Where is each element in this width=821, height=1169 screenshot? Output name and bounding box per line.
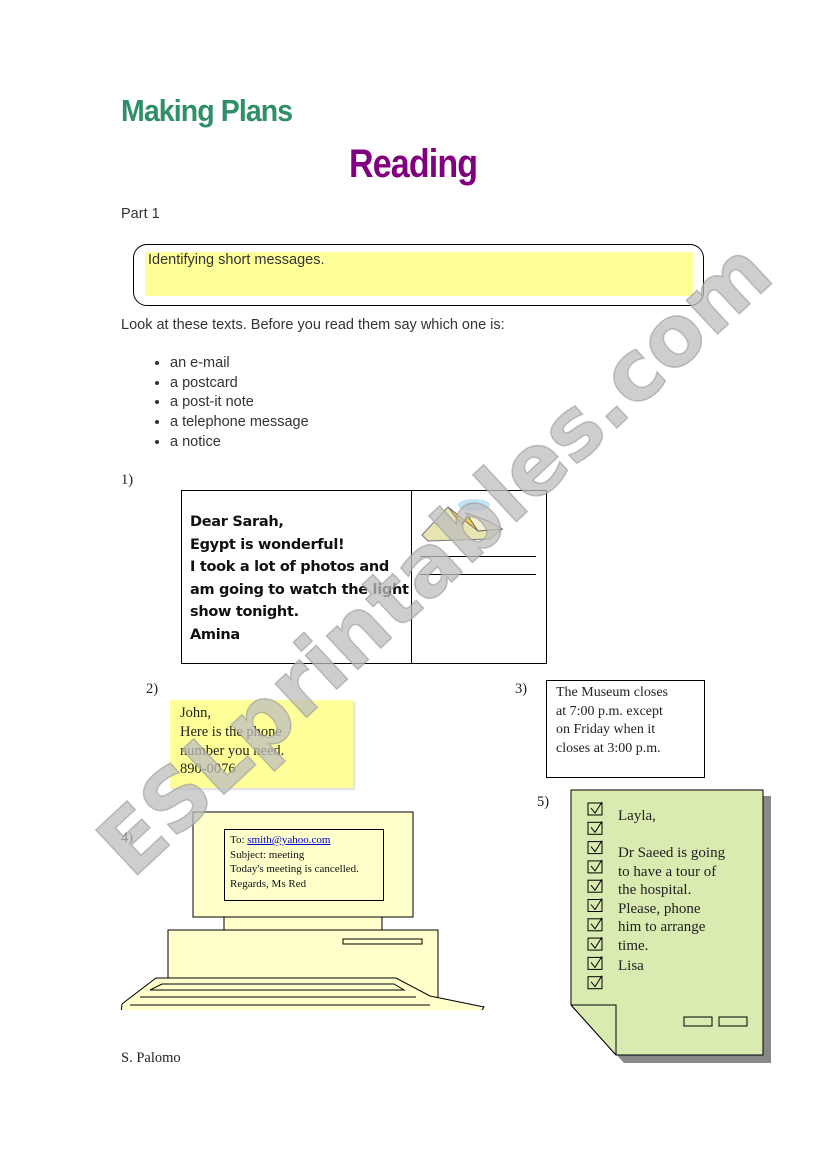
to-label: To:	[230, 834, 245, 846]
line: at 7:00 p.m. except	[556, 703, 663, 719]
line: him to arrange	[618, 919, 706, 935]
line: Dr Saeed is going	[618, 845, 726, 861]
line: Amina	[190, 626, 240, 643]
message-text: Layla, Dr Saeed is going to have a tour …	[618, 807, 725, 976]
text-number: 5)	[537, 794, 550, 810]
list-item: a post-it note	[170, 393, 309, 413]
line: Egypt is wonderful!	[190, 536, 345, 553]
author: S. Palomo	[121, 1050, 181, 1066]
page-title: Making Plans	[121, 93, 293, 128]
part-label: Part 1	[121, 206, 160, 222]
line: am going to watch the light	[190, 581, 409, 598]
list-item: an e-mail	[170, 354, 309, 374]
line: Layla,	[618, 808, 656, 824]
line: Today's meeting is cancelled.	[230, 863, 359, 876]
line: show tonight.	[190, 604, 299, 621]
objective-text: Identifying short messages.	[148, 252, 325, 268]
list-item: a notice	[170, 433, 309, 453]
line: The Museum closes	[556, 685, 668, 700]
page-subtitle: Reading	[349, 142, 478, 186]
text-number: 1)	[121, 472, 134, 488]
notice: The Museum closes at 7:00 p.m. except on…	[546, 680, 705, 778]
text-number: 3)	[515, 681, 528, 697]
pyramids-stamp-icon	[421, 499, 504, 542]
line: 890-0076	[180, 761, 236, 778]
line: time.	[618, 937, 649, 954]
postcard: Dear Sarah, Egypt is wonderful! I took a…	[181, 490, 547, 664]
line: Dear Sarah,	[190, 514, 284, 530]
line: on Friday when it	[556, 722, 656, 738]
line: Regards, Ms Red	[230, 878, 307, 891]
line: closes at 3:00 p.m.	[556, 740, 661, 756]
line: Here is the phone	[180, 723, 282, 740]
postcard-text: Dear Sarah, Egypt is wonderful! I took a…	[190, 511, 409, 647]
list-item: a telephone message	[170, 413, 309, 433]
line: Please, phone	[618, 900, 701, 917]
text-number: 2)	[146, 681, 159, 697]
line: John,	[180, 705, 212, 721]
line: Lisa	[618, 958, 644, 974]
email-screen: To: smith@yahoo.com Subject: meeting Tod…	[224, 829, 384, 901]
line: to have a tour of	[618, 863, 717, 880]
line: number you need.	[180, 742, 285, 759]
objective-box: Identifying short messages.	[133, 244, 704, 306]
line: I took a lot of photos and	[190, 559, 389, 576]
line: Subject: meeting	[230, 848, 305, 861]
line: the hospital.	[618, 882, 692, 898]
worksheet-page: Making Plans Reading Part 1 Identifying …	[0, 0, 821, 1169]
post-it-note: John, Here is the phone number you need.…	[170, 700, 353, 788]
list-item: a postcard	[170, 374, 309, 394]
instruction: Look at these texts. Before you read the…	[121, 317, 505, 333]
options-list: an e-mail a postcard a post-it note a te…	[128, 354, 309, 453]
email-link[interactable]: smith@yahoo.com	[247, 834, 330, 846]
